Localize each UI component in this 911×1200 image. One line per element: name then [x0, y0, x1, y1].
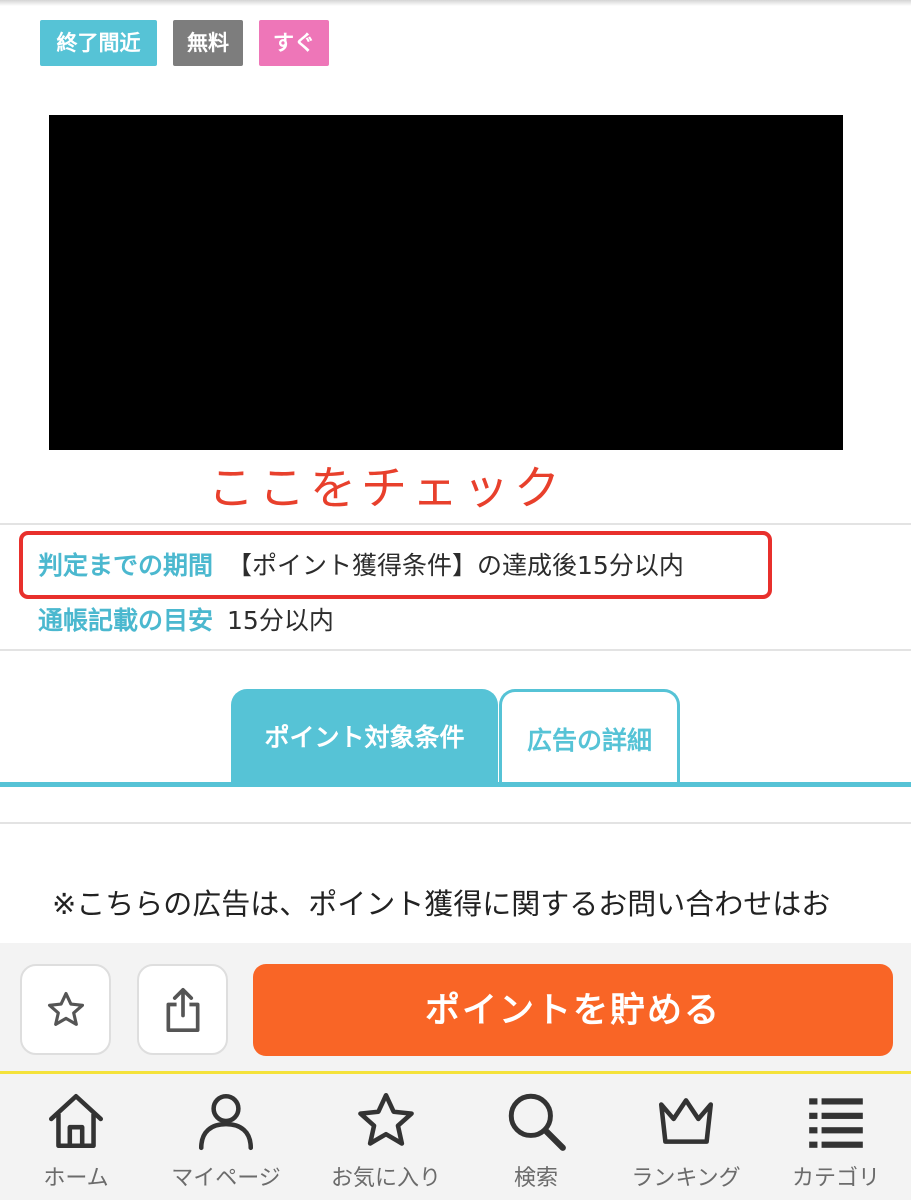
earn-points-button[interactable]: ポイントを貯める [253, 964, 893, 1056]
highlight-box [19, 531, 772, 599]
bankbook-estimate-value: 15分以内 [227, 606, 334, 635]
nav-favorites-label: お気に入り [330, 1166, 441, 1191]
instant-badge: すぐ [259, 20, 329, 66]
divider [0, 649, 911, 651]
crown-icon [658, 1098, 714, 1144]
tab-underline [0, 782, 911, 787]
divider [0, 523, 911, 525]
nav-search[interactable]: 検索 [460, 1074, 612, 1200]
nav-mypage-label: マイページ [171, 1166, 281, 1191]
action-bar: ポイントを貯める [0, 943, 911, 1071]
favorite-button[interactable] [20, 964, 111, 1055]
ending-soon-badge: 終了間近 [40, 20, 157, 66]
nav-category[interactable]: カテゴリ [760, 1074, 911, 1200]
star-icon [47, 991, 84, 1026]
nav-mypage[interactable]: マイページ [150, 1074, 302, 1200]
free-badge: 無料 [173, 20, 243, 66]
notice-text: ※こちらの広告は、ポイント獲得に関するお問い合わせはお [52, 887, 831, 921]
home-icon [48, 1093, 104, 1149]
divider [0, 822, 911, 824]
tab-point-conditions[interactable]: ポイント対象条件 [231, 689, 498, 785]
nav-ranking-label: ランキング [631, 1166, 741, 1191]
nav-favorites[interactable]: お気に入り [310, 1074, 462, 1200]
search-icon [508, 1093, 566, 1151]
nav-home[interactable]: ホーム [0, 1074, 152, 1200]
top-shadow [0, 0, 911, 6]
star-icon [358, 1092, 414, 1146]
tab-ad-details[interactable]: 広告の詳細 [499, 689, 680, 785]
share-button[interactable] [137, 964, 228, 1055]
nav-category-label: カテゴリ [791, 1166, 880, 1191]
bankbook-estimate-row: 通帳記載の目安 15分以内 [38, 603, 334, 639]
bankbook-estimate-label: 通帳記載の目安 [38, 606, 214, 635]
share-icon [166, 987, 199, 1032]
nav-search-label: 検索 [513, 1166, 558, 1191]
nav-home-label: ホーム [43, 1166, 109, 1191]
nav-ranking[interactable]: ランキング [610, 1074, 762, 1200]
list-icon [809, 1098, 863, 1148]
ad-banner-image [49, 115, 843, 450]
user-icon [198, 1093, 254, 1151]
check-annotation: ここをチェック [208, 461, 565, 515]
bottom-nav: ホーム マイページ お気に入り 検索 ランキング カテゴリ [0, 1074, 911, 1200]
